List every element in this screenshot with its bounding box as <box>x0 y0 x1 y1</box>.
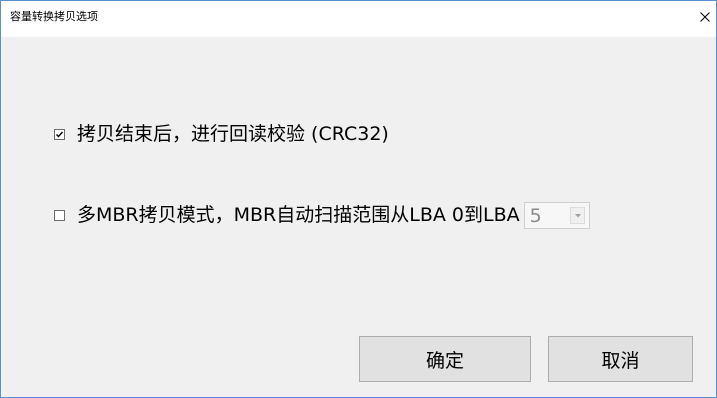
crc-verify-label[interactable]: 拷贝结束后，进行回读校验 (CRC32) <box>77 121 389 147</box>
multi-mbr-checkbox[interactable] <box>54 209 65 221</box>
multi-mbr-option[interactable]: 多MBR拷贝模式，MBR自动扫描范围从LBA 0到LBA 5 <box>54 201 590 229</box>
chevron-down-icon <box>574 213 581 217</box>
lba-range-select[interactable]: 5 <box>523 201 590 229</box>
multi-mbr-label[interactable]: 多MBR拷贝模式，MBR自动扫描范围从LBA 0到LBA <box>77 202 520 228</box>
lba-range-value: 5 <box>529 204 542 227</box>
dialog-window: 容量转换拷贝选项 拷贝结束后，进行回读校验 (CRC32) 多MBR拷贝模式，M… <box>0 0 717 398</box>
close-button[interactable] <box>694 1 716 31</box>
cancel-button[interactable]: 取消 <box>548 336 693 382</box>
crc-verify-option[interactable]: 拷贝结束后，进行回读校验 (CRC32) <box>54 120 389 148</box>
crc-verify-checkbox[interactable] <box>54 128 65 140</box>
ok-button[interactable]: 确定 <box>359 336 531 382</box>
window-title: 容量转换拷贝选项 <box>10 10 98 23</box>
checkmark-icon <box>56 131 64 138</box>
lba-range-dropdown-button[interactable] <box>569 206 585 224</box>
close-icon <box>700 12 710 22</box>
title-bar: 容量转换拷贝选项 <box>1 1 716 37</box>
